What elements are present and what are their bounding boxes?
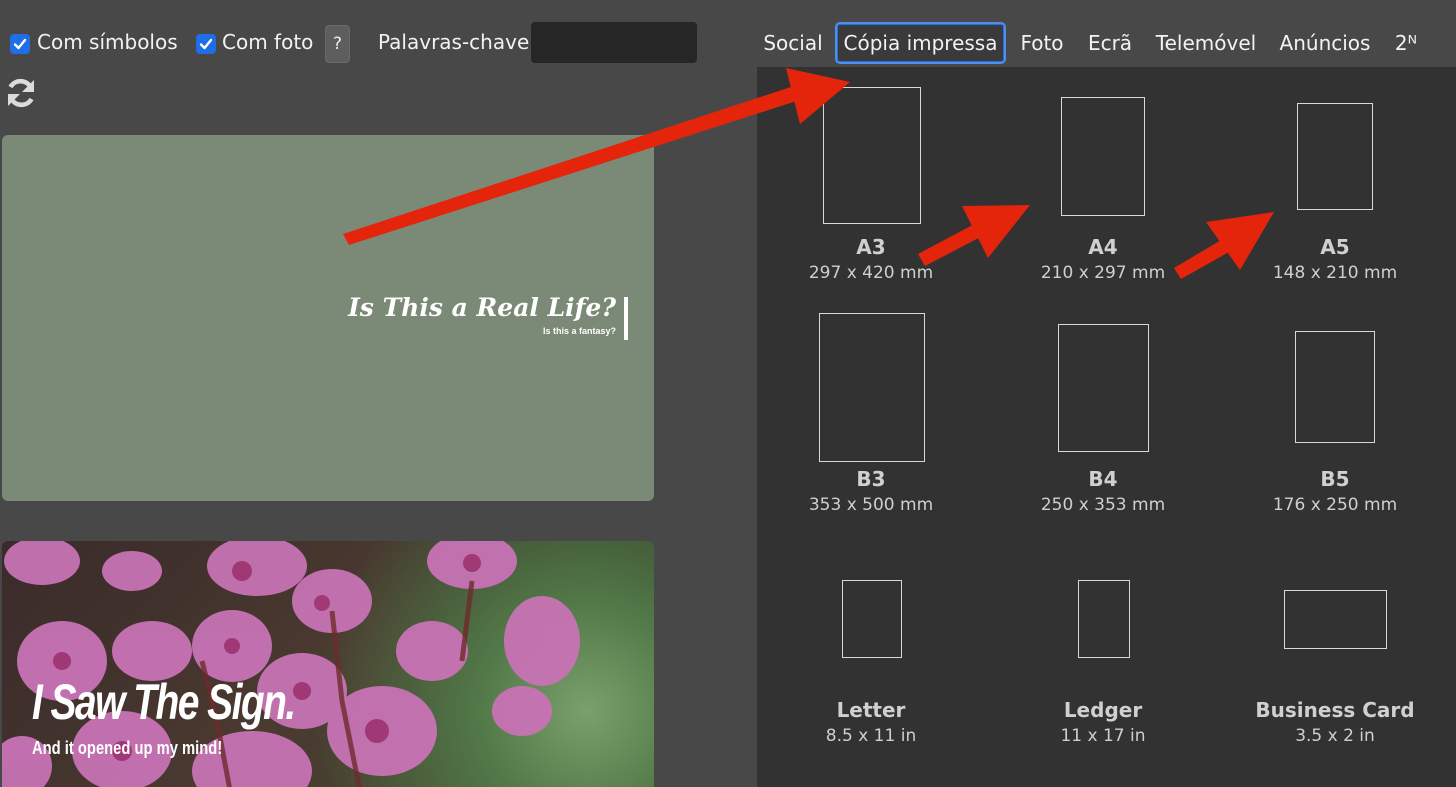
tab-ads[interactable]: Anúncios: [1280, 22, 1371, 64]
size-preview: [1297, 103, 1373, 210]
size-dims: 250 x 353 mm: [1040, 495, 1166, 515]
refresh-icon[interactable]: [4, 76, 38, 110]
size-dims: 176 x 250 mm: [1272, 495, 1398, 515]
size-preview: [1078, 580, 1130, 658]
card-subtitle: And it opened up my mind!: [32, 738, 223, 758]
size-preview: [1295, 331, 1375, 443]
size-name: B5: [1320, 467, 1350, 491]
check-icon: [13, 38, 27, 50]
tab-screen[interactable]: Ecrã: [1088, 22, 1132, 64]
keywords-input[interactable]: [531, 22, 697, 63]
card-accent-bar: [624, 297, 628, 340]
size-name: Ledger: [1063, 698, 1143, 722]
size-preview: [1058, 324, 1149, 452]
size-dims: 148 x 210 mm: [1272, 263, 1398, 283]
size-name: Letter: [836, 698, 906, 722]
tab-hard-copy[interactable]: Cópia impressa: [835, 22, 1006, 64]
template-card-photo[interactable]: I Saw The Sign. And it opened up my mind…: [2, 541, 654, 787]
size-dims: 11 x 17 in: [1060, 726, 1146, 746]
tab-social[interactable]: Social: [763, 22, 822, 64]
tab-mobile[interactable]: Telemóvel: [1156, 22, 1256, 64]
size-name: A3: [856, 235, 886, 259]
size-option-letter[interactable]: Letter 8.5 x 11 in: [756, 580, 986, 750]
size-preview: [819, 313, 925, 462]
size-preview: [1284, 590, 1387, 649]
size-dims: 3.5 x 2 in: [1295, 726, 1375, 746]
size-option-ledger[interactable]: Ledger 11 x 17 in: [988, 580, 1218, 750]
size-preview: [1061, 97, 1145, 216]
size-option-b5[interactable]: B5 176 x 250 mm: [1220, 313, 1450, 523]
help-button[interactable]: ?: [325, 25, 350, 63]
with-symbols-checkbox[interactable]: [10, 34, 30, 54]
size-dims: 353 x 500 mm: [808, 495, 934, 515]
size-option-b4[interactable]: B4 250 x 353 mm: [988, 313, 1218, 523]
template-card[interactable]: Is This a Real Life? Is this a fantasy?: [2, 135, 654, 501]
size-dims: 210 x 297 mm: [1040, 263, 1166, 283]
size-option-a5[interactable]: A5 148 x 210 mm: [1220, 87, 1450, 287]
with-photo-checkbox[interactable]: [196, 34, 216, 54]
with-photo-label[interactable]: Com foto: [222, 30, 313, 54]
size-name: A4: [1088, 235, 1118, 259]
size-option-business-card[interactable]: Business Card 3.5 x 2 in: [1220, 580, 1450, 750]
size-preview: [823, 87, 921, 224]
size-option-b3[interactable]: B3 353 x 500 mm: [756, 313, 986, 523]
size-preview: [842, 580, 902, 658]
check-icon: [199, 38, 213, 50]
with-symbols-label[interactable]: Com símbolos: [37, 30, 178, 54]
size-name: A5: [1320, 235, 1350, 259]
size-dims: 297 x 420 mm: [808, 263, 934, 283]
card-title: I Saw The Sign.: [32, 674, 296, 730]
card-subtitle: Is this a fantasy?: [542, 326, 616, 336]
size-option-a4[interactable]: A4 210 x 297 mm: [988, 87, 1218, 287]
keywords-label: Palavras-chave:: [378, 30, 536, 54]
size-option-a3[interactable]: A3 297 x 420 mm: [756, 87, 986, 287]
tab-photo[interactable]: Foto: [1020, 22, 1064, 64]
card-title: Is This a Real Life?: [348, 293, 616, 322]
size-name: B4: [1088, 467, 1118, 491]
size-name: B3: [856, 467, 886, 491]
tab-more[interactable]: 2ᴺ: [1395, 22, 1417, 64]
size-dims: 8.5 x 11 in: [825, 726, 917, 746]
size-name: Business Card: [1255, 698, 1415, 722]
